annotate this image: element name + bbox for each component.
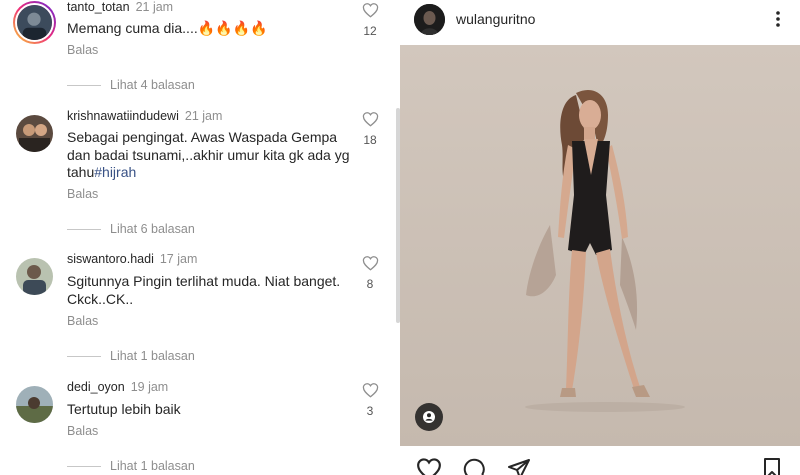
view-replies-button[interactable]: Lihat 6 balasan: [67, 222, 195, 236]
post-header: wulanguritno: [400, 0, 800, 44]
comment-username[interactable]: dedi_oyon: [67, 380, 125, 394]
view-replies-button[interactable]: Lihat 1 balasan: [67, 349, 195, 363]
heart-icon: [362, 112, 378, 127]
more-vertical-icon[interactable]: [772, 9, 784, 29]
comment-username[interactable]: tanto_totan: [67, 0, 130, 14]
comment-username[interactable]: siswantoro.hadi: [67, 252, 154, 266]
person-tag-icon: [423, 411, 435, 423]
post-username[interactable]: wulanguritno: [456, 11, 535, 27]
like-button[interactable]: 12: [360, 2, 380, 38]
view-replies-button[interactable]: Lihat 4 balasan: [67, 78, 195, 92]
like-count: 8: [366, 277, 374, 291]
comment-time: 19 jam: [130, 380, 169, 394]
heart-icon: [362, 383, 378, 398]
like-count: 12: [363, 24, 377, 38]
heart-icon: [362, 256, 378, 271]
comment-time: 21 jam: [135, 0, 174, 14]
view-replies-label: Lihat 6 balasan: [110, 222, 195, 236]
bookmark-icon[interactable]: [761, 457, 783, 475]
reply-button[interactable]: Balas: [67, 187, 98, 201]
reply-button[interactable]: Balas: [67, 43, 98, 57]
post-avatar[interactable]: [414, 4, 445, 35]
view-replies-label: Lihat 1 balasan: [110, 349, 195, 363]
reply-button[interactable]: Balas: [67, 424, 98, 438]
hashtag-link[interactable]: #hijrah: [94, 164, 136, 180]
comment-text: Sgitunnya Pingin terlihat muda. Niat ban…: [67, 273, 341, 307]
like-button[interactable]: 8: [360, 255, 380, 291]
view-replies-button[interactable]: Lihat 1 balasan: [67, 459, 195, 473]
comment-text: Tertutup lebih baik: [67, 401, 181, 417]
avatar[interactable]: [16, 258, 53, 295]
post-photo-image: [400, 45, 800, 446]
heart-icon[interactable]: [416, 457, 442, 475]
divider-line: [67, 465, 101, 467]
comment-text: Memang cuma dia....🔥🔥🔥🔥: [67, 20, 268, 36]
divider-line: [67, 84, 101, 86]
comment-time: 21 jam: [184, 109, 223, 123]
comment-text: Sebagai pengingat. Awas Waspada Gempa da…: [67, 129, 352, 182]
avatar[interactable]: [16, 386, 53, 423]
like-button[interactable]: 3: [360, 382, 380, 418]
comment-icon[interactable]: [461, 457, 487, 475]
post-photo[interactable]: [400, 45, 800, 446]
reply-button[interactable]: Balas: [67, 314, 98, 328]
divider-line: [67, 355, 101, 357]
view-replies-label: Lihat 4 balasan: [110, 78, 195, 92]
post-panel: wulanguritno: [400, 0, 800, 475]
like-count: 3: [366, 404, 374, 418]
avatar[interactable]: [16, 115, 53, 152]
share-icon[interactable]: [506, 457, 532, 475]
view-replies-label: Lihat 1 balasan: [110, 459, 195, 473]
person-tag-button[interactable]: [415, 403, 443, 431]
comments-panel: tanto_totan 21 jam Memang cuma dia....🔥🔥🔥…: [0, 0, 393, 475]
comment-time: 17 jam: [159, 252, 198, 266]
comment-username[interactable]: krishnawatiindudewi: [67, 109, 179, 123]
avatar[interactable]: [13, 1, 56, 44]
like-button[interactable]: 18: [360, 111, 380, 147]
divider-line: [67, 228, 101, 230]
heart-icon: [362, 3, 378, 18]
like-count: 18: [363, 133, 377, 147]
post-actions: [400, 452, 800, 475]
